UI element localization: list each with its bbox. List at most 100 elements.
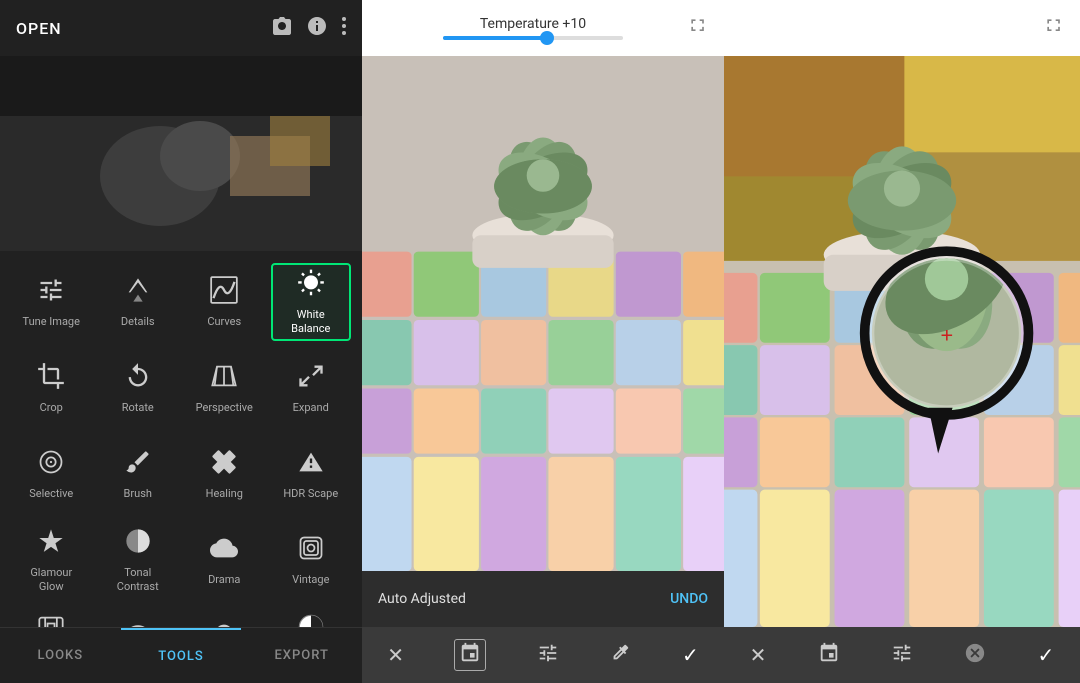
crop-icon <box>37 362 65 395</box>
retrolux-icon <box>124 620 152 627</box>
right-tune-button[interactable] <box>891 642 913 669</box>
healing-label: Healing <box>206 487 243 500</box>
undo-button[interactable]: UNDO <box>670 591 708 607</box>
tonal-contrast-label: TonalContrast <box>117 566 159 592</box>
right-close-circle-button[interactable] <box>964 642 986 669</box>
drama-icon <box>210 534 238 567</box>
center-panel: Temperature +10 <box>362 0 724 683</box>
curves-icon <box>210 276 238 309</box>
selective-label: Selective <box>29 487 73 500</box>
nav-tab-looks[interactable]: LOOKS <box>0 628 121 683</box>
expand-label: Expand <box>293 401 329 414</box>
left-bottom-nav: LOOKS TOOLS EXPORT <box>0 627 362 683</box>
tool-curves[interactable]: Curves <box>184 263 264 341</box>
info-icon[interactable] <box>308 17 326 40</box>
black-white-icon <box>297 613 325 627</box>
right-top-bar <box>724 0 1080 56</box>
perspective-label: Perspective <box>196 401 253 414</box>
expand-icon <box>297 362 325 395</box>
camera-icon[interactable] <box>272 17 292 40</box>
rotate-icon <box>124 362 152 395</box>
left-header: OPEN <box>0 0 362 56</box>
right-image: + <box>724 56 1080 627</box>
open-label: OPEN <box>16 19 62 38</box>
tune-image-label: Tune Image <box>23 315 80 328</box>
tool-hdr-scape[interactable]: HDR Scape <box>271 435 351 513</box>
left-panel: OPEN <box>0 0 362 683</box>
tool-brush[interactable]: Brush <box>98 435 178 513</box>
tool-perspective[interactable]: Perspective <box>184 349 264 427</box>
tools-row-1: Tune Image Details Curves WhiteBalance <box>0 259 362 345</box>
curves-label: Curves <box>207 315 241 328</box>
left-thumbnail <box>0 56 362 251</box>
tools-row-5: GrainyFilm Retrolux Grunge Black &White <box>0 603 362 627</box>
center-bottom-bar: Auto Adjusted UNDO <box>362 571 724 627</box>
auto-button[interactable] <box>454 639 486 671</box>
brush-icon <box>124 448 152 481</box>
tools-grid: Tune Image Details Curves WhiteBalance <box>0 251 362 627</box>
right-cancel-button[interactable]: ✕ <box>750 643 767 667</box>
right-auto-button[interactable] <box>818 642 840 669</box>
center-image <box>362 56 724 571</box>
vintage-icon <box>297 534 325 567</box>
more-icon[interactable] <box>342 17 346 40</box>
tool-rotate[interactable]: Rotate <box>98 349 178 427</box>
nav-tab-export[interactable]: EXPORT <box>241 628 362 683</box>
temperature-slider-container: Temperature +10 <box>378 16 688 40</box>
tools-row-4: GlamourGlow TonalContrast Drama Vintage <box>0 517 362 603</box>
white-balance-label: WhiteBalance <box>291 308 330 334</box>
white-balance-icon <box>297 269 325 302</box>
svg-text:+: + <box>941 323 954 348</box>
grainy-film-icon <box>37 613 65 627</box>
grunge-icon <box>210 620 238 627</box>
tune-image-icon <box>37 276 65 309</box>
center-action-bar: ✕ ✓ <box>362 627 724 683</box>
tool-expand[interactable]: Expand <box>271 349 351 427</box>
slider-fill <box>443 36 551 40</box>
right-action-bar: ✕ ✓ <box>724 627 1080 683</box>
tool-tune-image[interactable]: Tune Image <box>11 263 91 341</box>
temperature-label: Temperature +10 <box>480 16 586 32</box>
tools-row-2: Crop Rotate Perspective Expand <box>0 345 362 431</box>
vintage-label: Vintage <box>292 573 329 586</box>
tool-selective[interactable]: Selective <box>11 435 91 513</box>
drama-label: Drama <box>208 573 240 586</box>
tool-drama[interactable]: Drama <box>184 521 264 599</box>
hdr-scape-label: HDR Scape <box>283 487 338 500</box>
confirm-button[interactable]: ✓ <box>682 643 699 667</box>
tool-retrolux[interactable]: Retrolux <box>98 607 178 627</box>
expand-panel-icon[interactable] <box>688 16 708 41</box>
tool-grunge[interactable]: Grunge <box>184 607 264 627</box>
nav-tab-tools[interactable]: TOOLS <box>121 628 242 683</box>
eyedropper-button[interactable] <box>609 642 631 669</box>
temperature-slider-track[interactable] <box>443 36 623 40</box>
slider-thumb <box>540 31 554 45</box>
glamour-glow-label: GlamourGlow <box>30 566 72 592</box>
hdr-scape-icon <box>297 448 325 481</box>
tonal-contrast-icon <box>124 527 152 560</box>
tool-crop[interactable]: Crop <box>11 349 91 427</box>
glamour-glow-icon <box>37 527 65 560</box>
tool-black-white[interactable]: Black &White <box>271 607 351 627</box>
tool-vintage[interactable]: Vintage <box>271 521 351 599</box>
tool-tonal-contrast[interactable]: TonalContrast <box>98 521 178 599</box>
tool-details[interactable]: Details <box>98 263 178 341</box>
right-confirm-button[interactable]: ✓ <box>1038 643 1055 667</box>
tune-button[interactable] <box>537 642 559 669</box>
rotate-label: Rotate <box>122 401 154 414</box>
crop-label: Crop <box>40 401 63 414</box>
tool-grainy-film[interactable]: GrainyFilm <box>11 607 91 627</box>
details-icon <box>124 276 152 309</box>
tool-glamour-glow[interactable]: GlamourGlow <box>11 521 91 599</box>
cancel-button[interactable]: ✕ <box>387 643 404 667</box>
auto-adjusted-status: Auto Adjusted <box>378 591 670 607</box>
header-icons <box>272 17 346 40</box>
tool-healing[interactable]: Healing <box>184 435 264 513</box>
right-expand-icon[interactable] <box>1044 16 1064 41</box>
details-label: Details <box>121 315 155 328</box>
healing-icon <box>210 448 238 481</box>
tool-white-balance[interactable]: WhiteBalance <box>271 263 351 341</box>
center-top-bar: Temperature +10 <box>362 0 724 56</box>
tools-row-3: Selective Brush Healing HDR Scape <box>0 431 362 517</box>
selective-icon <box>37 448 65 481</box>
